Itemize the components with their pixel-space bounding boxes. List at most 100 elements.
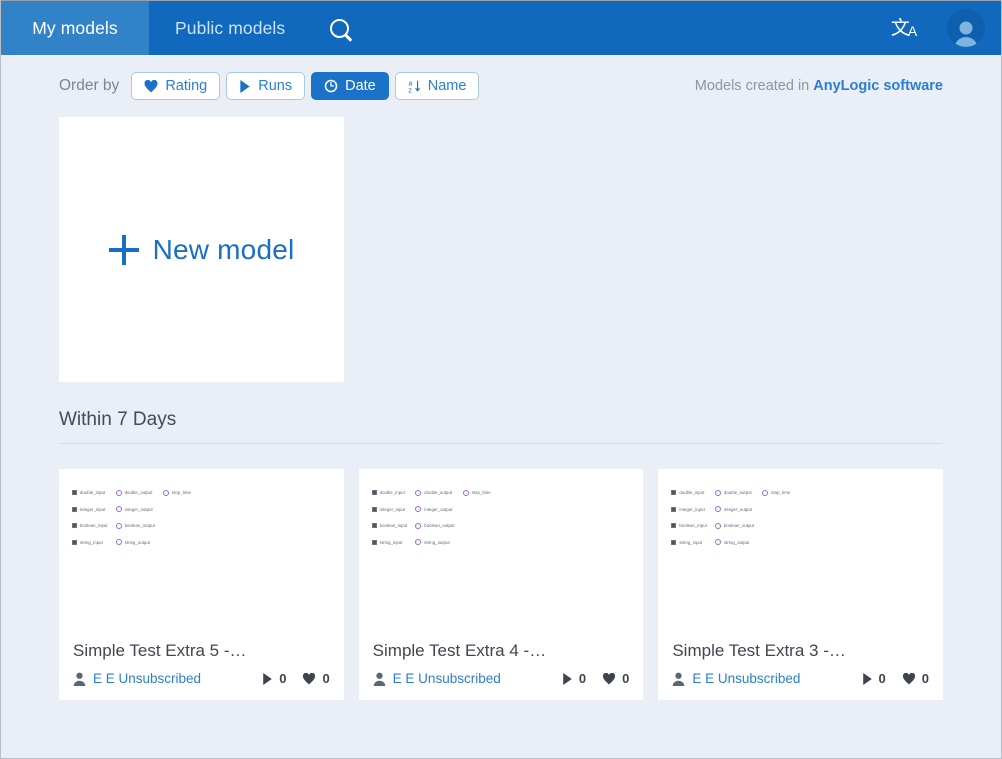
model-author-name: E E Unsubscribed — [393, 671, 501, 686]
order-chip-name[interactable]: a z Name — [395, 72, 480, 100]
created-note-prefix: Models created in — [695, 78, 813, 94]
output-param-icon — [163, 490, 169, 496]
output-param-icon — [715, 490, 721, 496]
list-item: string_output — [715, 536, 754, 549]
output-param-icon — [116, 506, 122, 512]
user-menu-button[interactable] — [931, 1, 1001, 55]
input-param-icon — [671, 507, 676, 512]
output-param-icon — [415, 490, 421, 496]
list-item: integer_input — [372, 503, 408, 516]
svg-text:a: a — [408, 81, 412, 88]
thumbnail-outputs-column: double_output integer_output boolean_out… — [116, 486, 155, 552]
list-item: string_input — [671, 536, 707, 549]
model-author-name: E E Unsubscribed — [692, 671, 800, 686]
runs-stat: 0 — [262, 671, 286, 686]
list-item: stop_time — [163, 486, 191, 499]
new-model-card[interactable]: New model — [59, 117, 344, 382]
list-item: integer_input — [72, 503, 108, 516]
model-author-name: E E Unsubscribed — [93, 671, 201, 686]
heart-icon — [902, 673, 916, 685]
input-param-icon — [372, 507, 377, 512]
model-thumbnail: double_input integer_input boolean_input… — [59, 469, 344, 629]
list-item: double_input — [372, 486, 408, 499]
order-chip-group: Rating Runs Date a — [131, 72, 479, 100]
page-title: Simple Test Extra 4 -… — [373, 641, 630, 661]
model-card-meta: E E Unsubscribed 0 0 — [672, 671, 929, 686]
model-author[interactable]: E E Unsubscribed — [73, 671, 201, 686]
runs-stat: 0 — [862, 671, 886, 686]
language-button[interactable]: 文A — [877, 1, 931, 55]
order-chip-runs[interactable]: Runs — [226, 72, 305, 100]
input-param-icon — [671, 523, 676, 528]
output-param-icon — [715, 539, 721, 545]
search-button[interactable] — [311, 1, 367, 55]
order-chip-runs-label: Runs — [258, 78, 292, 94]
tab-public-models-label: Public models — [175, 18, 285, 39]
list-item: integer_output — [415, 503, 454, 516]
list-item: stop_time — [762, 486, 790, 499]
output-param-icon — [415, 506, 421, 512]
list-item: string_input — [72, 536, 108, 549]
model-author[interactable]: E E Unsubscribed — [373, 671, 501, 686]
page-title: Simple Test Extra 5 -… — [73, 641, 330, 661]
thumbnail-outputs-column: double_output integer_output boolean_out… — [415, 486, 454, 552]
order-chip-rating[interactable]: Rating — [131, 72, 220, 100]
input-param-icon — [72, 523, 77, 528]
list-item: string_input — [372, 536, 408, 549]
output-param-icon — [762, 490, 768, 496]
output-param-icon — [415, 539, 421, 545]
model-card-meta: E E Unsubscribed 0 0 — [373, 671, 630, 686]
play-icon — [239, 80, 251, 93]
list-item: integer_output — [116, 503, 155, 516]
svg-text:z: z — [408, 88, 412, 93]
list-item: double_output — [415, 486, 454, 499]
header-spacer — [367, 1, 877, 55]
output-param-icon — [715, 523, 721, 529]
likes-stat: 0 — [902, 671, 929, 686]
heart-icon — [602, 673, 616, 685]
model-card-meta: E E Unsubscribed 0 0 — [73, 671, 330, 686]
order-chip-date-label: Date — [345, 78, 376, 94]
table-row[interactable]: double_input integer_input boolean_input… — [59, 469, 344, 700]
model-card-body: Simple Test Extra 3 -… E E Unsubscribed … — [658, 629, 943, 700]
thumbnail-param-columns: double_input integer_input boolean_input… — [372, 486, 644, 552]
list-item: double_output — [116, 486, 155, 499]
thumbnail-inputs-column: double_input integer_input boolean_input… — [372, 486, 408, 552]
likes-stat: 0 — [602, 671, 629, 686]
runs-stat: 0 — [562, 671, 586, 686]
input-param-icon — [671, 540, 676, 545]
order-chip-date[interactable]: Date — [311, 72, 389, 100]
input-param-icon — [72, 540, 77, 545]
model-thumbnail: double_input integer_input boolean_input… — [658, 469, 943, 629]
thumbnail-extra-column: stop_time — [163, 486, 191, 552]
output-param-icon — [116, 539, 122, 545]
input-param-icon — [372, 490, 377, 495]
list-item: double_input — [671, 486, 707, 499]
thumbnail-extra-column: stop_time — [762, 486, 790, 552]
input-param-icon — [372, 540, 377, 545]
tab-my-models[interactable]: My models — [1, 1, 149, 55]
output-param-icon — [116, 523, 122, 529]
list-item: boolean_output — [116, 519, 155, 532]
tab-my-models-label: My models — [32, 18, 118, 39]
thumbnail-outputs-column: double_output integer_output boolean_out… — [715, 486, 754, 552]
heart-icon — [302, 673, 316, 685]
anylogic-software-link[interactable]: AnyLogic software — [813, 78, 943, 94]
tab-public-models[interactable]: Public models — [149, 1, 311, 55]
table-row[interactable]: double_input integer_input boolean_input… — [359, 469, 644, 700]
person-icon — [672, 672, 685, 686]
output-param-icon — [715, 506, 721, 512]
input-param-icon — [671, 490, 676, 495]
list-item: boolean_input — [671, 519, 707, 532]
translate-icon-latin: A — [908, 24, 917, 38]
list-item: string_output — [415, 536, 454, 549]
table-row[interactable]: double_input integer_input boolean_input… — [658, 469, 943, 700]
search-icon — [330, 19, 349, 38]
thumbnail-param-columns: double_input integer_input boolean_input… — [72, 486, 344, 552]
model-author[interactable]: E E Unsubscribed — [672, 671, 800, 686]
likes-count: 0 — [622, 671, 629, 686]
model-thumbnail: double_input integer_input boolean_input… — [359, 469, 644, 629]
order-chip-name-label: Name — [428, 78, 467, 94]
likes-count: 0 — [322, 671, 329, 686]
likes-count: 0 — [922, 671, 929, 686]
